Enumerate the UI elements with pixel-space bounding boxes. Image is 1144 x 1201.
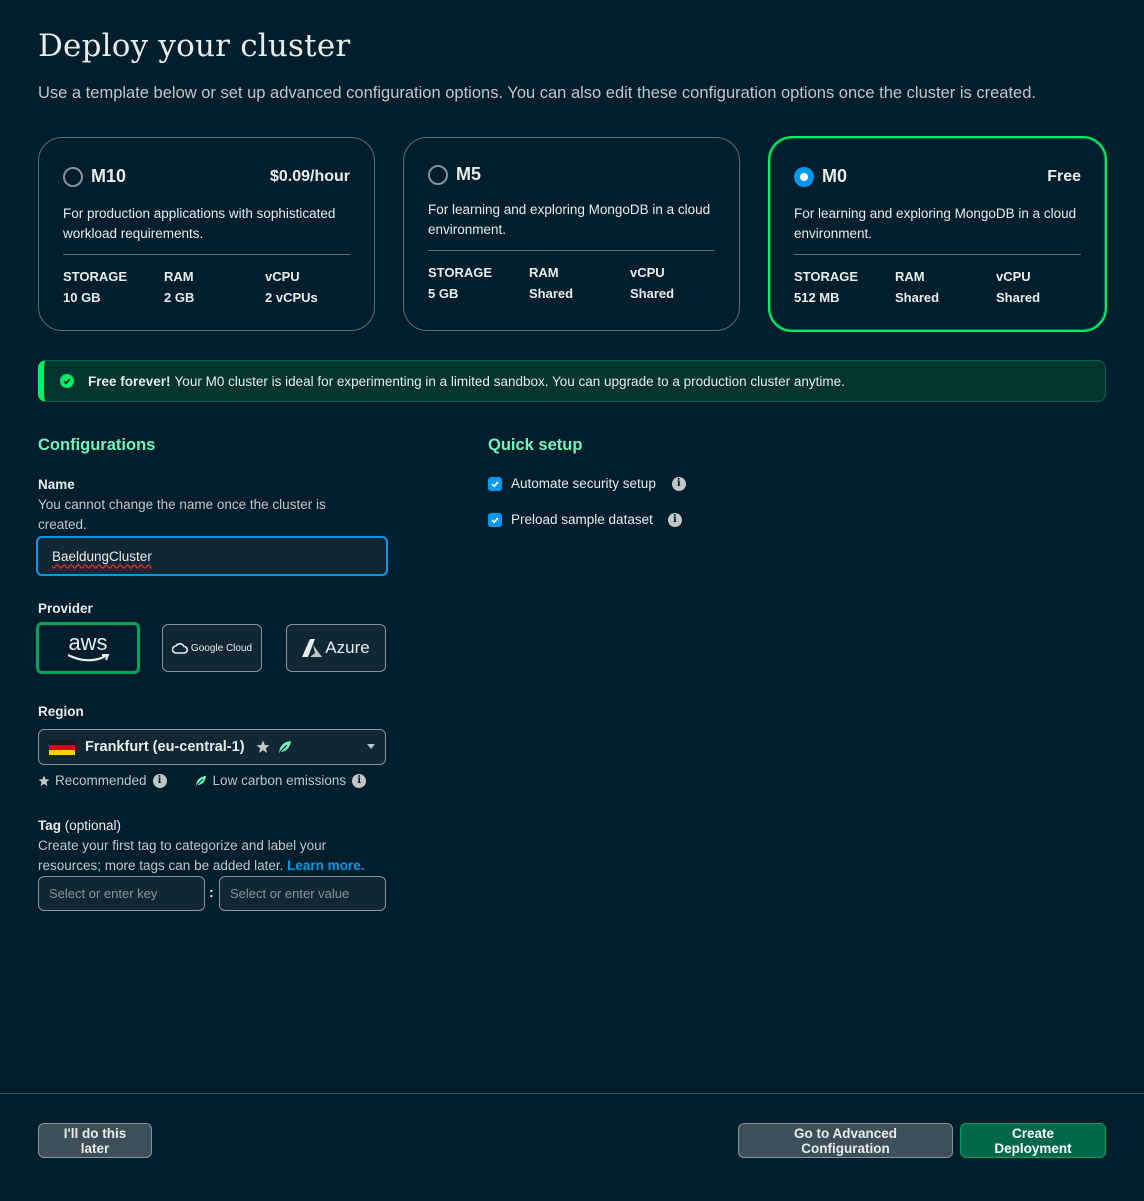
advanced-configuration-button[interactable]: Go to Advanced Configuration — [738, 1123, 953, 1158]
info-icon[interactable]: i — [671, 476, 686, 491]
tier-description: For production applications with sophist… — [63, 206, 336, 241]
do-later-button[interactable]: I'll do this later — [38, 1123, 152, 1158]
provider-aws-button[interactable]: aws — [36, 622, 140, 674]
tier-radio-m5[interactable] — [428, 165, 448, 185]
tag-key-placeholder: Select or enter key — [49, 886, 158, 901]
tag-help: Create your first tag to categorize and … — [38, 838, 365, 873]
info-icon[interactable]: i — [152, 773, 167, 788]
card-divider — [794, 254, 1081, 255]
tier-description: For learning and exploring MongoDB in a … — [794, 206, 1077, 241]
provider-azure-button[interactable]: Azure — [286, 624, 386, 672]
tier-description: For learning and exploring MongoDB in a … — [428, 202, 711, 237]
spec-vcpu: vCPU Shared — [996, 269, 1041, 305]
quick-setup-heading: Quick setup — [488, 436, 583, 454]
info-icon[interactable]: i — [667, 512, 682, 527]
tier-price: Free — [1047, 168, 1081, 185]
name-label: Name — [38, 477, 75, 492]
cloud-icon — [171, 642, 188, 654]
automate-security-option[interactable]: Automate security setup i — [488, 476, 686, 491]
recommended-label: Recommended — [55, 773, 147, 788]
configurations-heading: Configurations — [38, 436, 156, 454]
preload-dataset-option[interactable]: Preload sample dataset i — [488, 512, 682, 527]
spec-vcpu: vCPU Shared — [630, 265, 675, 301]
tag-optional: (optional) — [64, 818, 122, 833]
automate-security-checkbox[interactable] — [488, 476, 502, 491]
automate-security-label: Automate security setup — [511, 476, 656, 491]
info-icon[interactable]: i — [352, 773, 367, 788]
spec-storage: STORAGE 512 MB — [794, 269, 859, 305]
banner-bold: Free forever! — [88, 373, 171, 389]
spec-ram: RAM Shared — [529, 265, 574, 301]
page-subtitle: Use a template below or set up advanced … — [38, 84, 1036, 102]
google-cloud-label: Google Cloud — [190, 642, 253, 654]
spec-ram: RAM Shared — [895, 269, 940, 305]
tier-card-m10[interactable]: M10 $0.09/hour For production applicatio… — [38, 137, 375, 331]
chevron-down-icon — [367, 744, 375, 749]
preload-dataset-label: Preload sample dataset — [511, 512, 653, 527]
low-carbon-label: Low carbon emissions — [212, 773, 347, 788]
aws-logo: aws — [68, 630, 108, 655]
germany-flag-icon — [49, 739, 75, 755]
footer-divider — [0, 1093, 1144, 1094]
region-legend: Recommended i Low carbon emissions i — [38, 773, 367, 788]
tag-label: Tag (optional) — [38, 818, 122, 833]
leaf-icon — [278, 741, 291, 753]
region-value: Frankfurt (eu-central-1) — [85, 739, 245, 755]
tag-value-input[interactable]: Select or enter value — [219, 876, 386, 911]
tag-key-input[interactable]: Select or enter key — [38, 876, 205, 911]
tier-card-m5[interactable]: M5 For learning and exploring MongoDB in… — [403, 137, 740, 331]
spec-storage: STORAGE 10 GB — [63, 269, 128, 305]
create-deployment-button[interactable]: Create Deployment — [960, 1123, 1106, 1158]
cluster-name-value: BaeldungCluster — [52, 548, 152, 564]
name-help: You cannot change the name once the clus… — [38, 497, 326, 532]
tier-name: M0 — [822, 166, 848, 186]
provider-label: Provider — [38, 601, 93, 616]
spec-vcpu: vCPU 2 vCPUs — [265, 269, 318, 305]
region-label: Region — [38, 704, 84, 719]
tier-name: M5 — [456, 164, 482, 184]
tier-name: M10 — [91, 166, 127, 186]
tier-radio-m0[interactable] — [794, 167, 814, 187]
cluster-name-input[interactable]: BaeldungCluster — [36, 536, 388, 576]
azure-label: Azure — [325, 638, 370, 657]
spec-ram: RAM 2 GB — [164, 269, 195, 305]
tag-value-placeholder: Select or enter value — [230, 886, 350, 901]
leaf-icon — [195, 775, 206, 786]
region-select[interactable]: Frankfurt (eu-central-1) — [38, 729, 386, 765]
free-forever-banner: Free forever! Your M0 cluster is ideal f… — [38, 360, 1106, 402]
aws-smile-icon — [67, 654, 110, 662]
check-circle-icon — [60, 374, 74, 388]
tier-price: $0.09/hour — [269, 168, 350, 185]
star-icon — [38, 774, 50, 786]
provider-google-cloud-button[interactable]: Google Cloud — [162, 624, 262, 672]
page-title: Deploy your cluster — [38, 28, 351, 64]
learn-more-link[interactable]: Learn more. — [287, 858, 364, 873]
preload-dataset-checkbox[interactable] — [488, 512, 502, 527]
star-icon — [256, 740, 270, 753]
azure-logo-icon — [302, 639, 323, 657]
tier-card-m0[interactable]: M0 Free For learning and exploring Mongo… — [768, 136, 1107, 332]
spec-storage: STORAGE 5 GB — [428, 265, 493, 301]
banner-text: Your M0 cluster is ideal for experimenti… — [174, 373, 845, 389]
card-divider — [63, 254, 350, 255]
card-divider — [428, 250, 715, 251]
tier-radio-m10[interactable] — [63, 167, 83, 187]
tag-separator: : — [209, 884, 214, 900]
